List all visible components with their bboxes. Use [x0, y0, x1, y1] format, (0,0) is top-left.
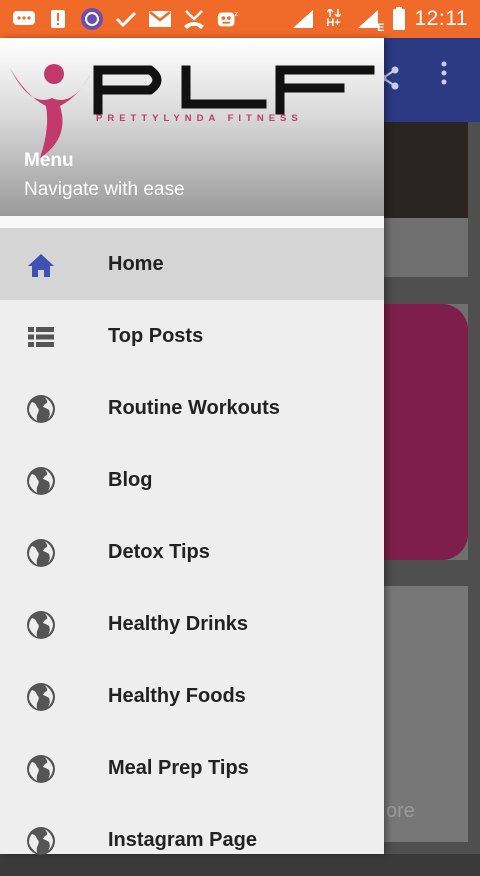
drawer-header: PRETTYLYNDA FITNESS Menu Navigate with e…: [0, 38, 384, 216]
clock: 12:11: [414, 7, 468, 30]
post-card[interactable]: ore: [384, 586, 468, 842]
header-divider: [0, 216, 384, 228]
missed-call-icon: [182, 8, 206, 30]
network-type-label: H+: [326, 17, 341, 29]
drawer-title: Menu: [24, 150, 74, 171]
bot-icon: z: [216, 8, 240, 30]
globe-icon: [26, 754, 56, 784]
app-icon: [80, 8, 104, 30]
globe-icon: [26, 538, 56, 568]
nav-list: Home Top Posts Routine Workouts Blog Det…: [0, 228, 384, 876]
nav-label: Routine Workouts: [108, 397, 280, 419]
nav-item-healthy-drinks[interactable]: Healthy Drinks: [0, 588, 384, 660]
signal-icon: [291, 8, 315, 30]
message-icon: [12, 8, 36, 30]
post-card[interactable]: [384, 304, 468, 560]
globe-icon: [26, 682, 56, 712]
globe-icon: [26, 394, 56, 424]
nav-label: Meal Prep Tips: [108, 757, 249, 779]
data-arrows-icon: H+: [323, 8, 345, 30]
nav-label: Healthy Drinks: [108, 613, 249, 635]
globe-icon: [26, 610, 56, 640]
globe-icon: [26, 826, 56, 856]
status-bar: z H+ E 12:11: [0, 0, 480, 38]
nav-item-blog[interactable]: Blog: [0, 444, 384, 516]
nav-item-detox-tips[interactable]: Detox Tips: [0, 516, 384, 588]
alert-icon: [46, 8, 70, 30]
gmail-icon: [148, 8, 172, 30]
battery-icon: [391, 7, 407, 30]
post-card[interactable]: [384, 122, 468, 277]
overflow-menu-icon[interactable]: [440, 60, 448, 93]
list-icon: [26, 322, 56, 352]
card-read-more: ore: [386, 800, 415, 822]
nav-item-meal-prep-tips[interactable]: Meal Prep Tips: [0, 732, 384, 804]
drawer-subtitle: Navigate with ease: [24, 179, 185, 200]
notification-icons: z: [12, 6, 240, 32]
system-icons: H+ E 12:11: [291, 4, 469, 34]
nav-label: Detox Tips: [108, 541, 210, 563]
nav-item-healthy-foods[interactable]: Healthy Foods: [0, 660, 384, 732]
nav-label: Instagram Page: [108, 829, 257, 851]
signal-icon-2: E: [353, 8, 385, 34]
nav-label: Top Posts: [108, 325, 204, 347]
home-icon: [26, 250, 56, 280]
nav-item-instagram-page[interactable]: Instagram Page: [0, 804, 384, 876]
svg-text:z: z: [234, 9, 238, 18]
logo-tagline: PRETTYLYNDA FITNESS: [96, 113, 303, 124]
network-type-label-2: E: [377, 22, 385, 34]
nav-item-routine-workouts[interactable]: Routine Workouts: [0, 372, 384, 444]
post-image: [384, 122, 468, 218]
globe-icon: [26, 466, 56, 496]
nav-label: Healthy Foods: [108, 685, 246, 707]
nav-label: Home: [108, 253, 164, 275]
plf-logo: PRETTYLYNDA FITNESS: [10, 64, 375, 158]
nav-label: Blog: [108, 469, 153, 491]
check-icon: [114, 8, 138, 30]
nav-item-home[interactable]: Home: [0, 228, 384, 300]
post-image: [384, 304, 468, 560]
navigation-drawer: PRETTYLYNDA FITNESS Menu Navigate with e…: [0, 38, 384, 855]
nav-item-top-posts[interactable]: Top Posts: [0, 300, 384, 372]
